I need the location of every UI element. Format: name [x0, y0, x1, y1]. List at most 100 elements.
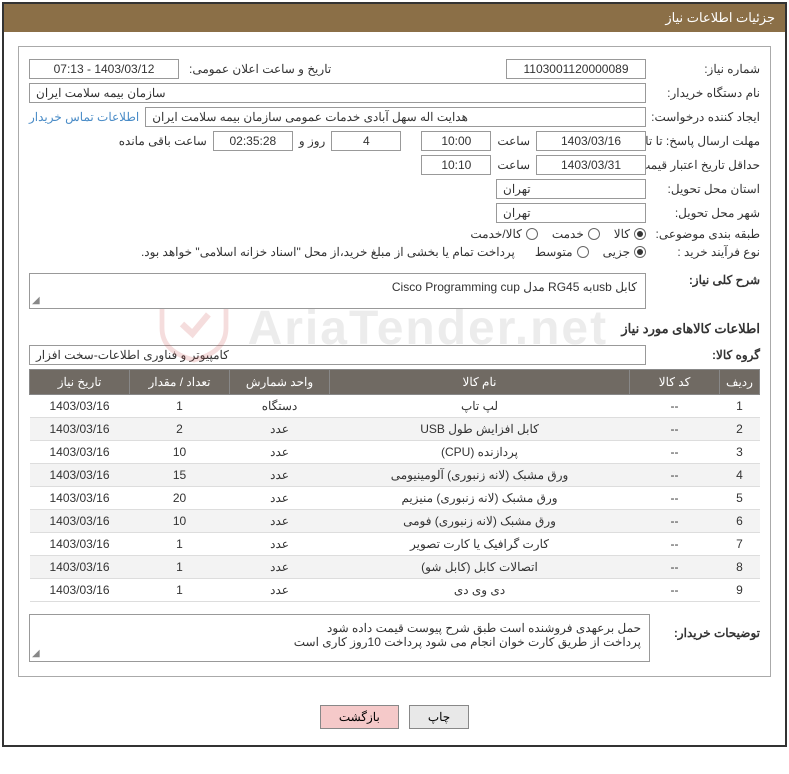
page-header: جزئیات اطلاعات نیاز [4, 4, 785, 32]
table-cell: عدد [230, 533, 330, 556]
table-cell: -- [630, 441, 720, 464]
table-cell: -- [630, 418, 720, 441]
table-cell: کابل افزایش طول USB [330, 418, 630, 441]
table-cell: -- [630, 487, 720, 510]
announce-label: تاریخ و ساعت اعلان عمومی: [189, 62, 331, 76]
table-cell: کارت گرافیک یا کارت تصویر [330, 533, 630, 556]
radio-icon [634, 246, 646, 258]
th-row: ردیف [720, 370, 760, 395]
deadline-label: مهلت ارسال پاسخ: تا تاریخ: [650, 134, 760, 148]
announce-value: 1403/03/12 - 07:13 [29, 59, 179, 79]
table-row: 7--کارت گرافیک یا کارت تصویرعدد11403/03/… [30, 533, 760, 556]
table-cell: عدد [230, 510, 330, 533]
province-value: تهران [496, 179, 646, 199]
table-cell: 1 [130, 395, 230, 418]
table-cell: 7 [720, 533, 760, 556]
table-cell: 1 [130, 556, 230, 579]
validity-label: حداقل تاریخ اعتبار قیمت: تا تاریخ: [650, 158, 760, 172]
table-cell: 1403/03/16 [30, 441, 130, 464]
table-cell: -- [630, 556, 720, 579]
deadline-date: 1403/03/16 [536, 131, 646, 151]
radio-partial[interactable]: جزیی [603, 245, 646, 259]
need-no-label: شماره نیاز: [650, 62, 760, 76]
category-label: طبقه بندی موضوعی: [650, 227, 760, 241]
days-and-label: روز و [299, 134, 326, 148]
process-label: نوع فرآیند خرید : [650, 245, 760, 259]
deadline-time: 10:00 [421, 131, 491, 151]
resize-icon: ◢ [32, 295, 40, 306]
table-cell: 1 [720, 395, 760, 418]
table-cell: 10 [130, 510, 230, 533]
radio-goods[interactable]: کالا [614, 227, 646, 241]
city-value: تهران [496, 203, 646, 223]
radio-icon [577, 246, 589, 258]
days-remaining: 4 [331, 131, 401, 151]
buyer-org-value: سازمان بیمه سلامت ایران [29, 83, 646, 103]
table-cell: 10 [130, 441, 230, 464]
time-label-2: ساعت [497, 158, 530, 172]
requester-value: هدایت اله سهل آبادی خدمات عمومی سازمان ب… [145, 107, 646, 127]
table-cell: -- [630, 395, 720, 418]
table-row: 8--اتصالات کابل (کابل شو)عدد11403/03/16 [30, 556, 760, 579]
contact-buyer-link[interactable]: اطلاعات تماس خریدار [29, 110, 139, 124]
table-row: 1--لپ تاپدستگاه11403/03/16 [30, 395, 760, 418]
table-cell: 3 [720, 441, 760, 464]
table-cell: 1 [130, 533, 230, 556]
table-row: 4--ورق مشبک (لانه زنبوری) آلومینیومیعدد1… [30, 464, 760, 487]
province-label: استان محل تحویل: [650, 182, 760, 196]
back-button[interactable]: بازگشت [320, 705, 399, 729]
city-label: شهر محل تحویل: [650, 206, 760, 220]
radio-service-label: خدمت [552, 227, 584, 241]
table-cell: پردازنده (CPU) [330, 441, 630, 464]
validity-date: 1403/03/31 [536, 155, 646, 175]
th-code: کد کالا [630, 370, 720, 395]
need-no-value: 1103001120000089 [506, 59, 646, 79]
table-cell: 15 [130, 464, 230, 487]
group-value: کامپیوتر و فناوری اطلاعات-سخت افزار [29, 345, 646, 365]
table-row: 2--کابل افزایش طول USBعدد21403/03/16 [30, 418, 760, 441]
table-cell: 9 [720, 579, 760, 602]
table-cell: 5 [720, 487, 760, 510]
radio-partial-label: جزیی [603, 245, 630, 259]
summary-value: کابل usbبه RG45 مدل Cisco Programming cu… [392, 280, 637, 294]
table-cell: 2 [130, 418, 230, 441]
th-name: نام کالا [330, 370, 630, 395]
group-label: گروه کالا: [650, 348, 760, 362]
table-cell: 2 [720, 418, 760, 441]
radio-medium-label: متوسط [535, 245, 573, 259]
radio-icon [526, 228, 538, 240]
radio-icon [634, 228, 646, 240]
notes-line2: پرداخت از طریق کارت خوان انجام می شود پر… [38, 635, 641, 649]
table-row: 9--دی وی دیعدد11403/03/16 [30, 579, 760, 602]
notes-label: توضیحات خریدار: [650, 614, 760, 640]
radio-service[interactable]: خدمت [552, 227, 600, 241]
page-title: جزئیات اطلاعات نیاز [665, 10, 775, 25]
th-qty: تعداد / مقدار [130, 370, 230, 395]
table-cell: -- [630, 579, 720, 602]
print-button[interactable]: چاپ [409, 705, 469, 729]
table-cell: 1403/03/16 [30, 487, 130, 510]
payment-note: پرداخت تمام یا بخشی از مبلغ خرید،از محل … [141, 245, 515, 259]
table-cell: 1403/03/16 [30, 579, 130, 602]
table-cell: 1 [130, 579, 230, 602]
radio-goods-service[interactable]: کالا/خدمت [470, 227, 537, 241]
table-cell: عدد [230, 556, 330, 579]
radio-medium[interactable]: متوسط [535, 245, 589, 259]
th-date: تاریخ نیاز [30, 370, 130, 395]
table-cell: عدد [230, 441, 330, 464]
buyer-notes: حمل برعهدی فروشنده است طبق شرح پیوست قیم… [29, 614, 650, 662]
time-label-1: ساعت [497, 134, 530, 148]
table-row: 3--پردازنده (CPU)عدد101403/03/16 [30, 441, 760, 464]
table-cell: 8 [720, 556, 760, 579]
table-cell: لپ تاپ [330, 395, 630, 418]
countdown: 02:35:28 [213, 131, 293, 151]
radio-goods-service-label: کالا/خدمت [470, 227, 521, 241]
table-cell: -- [630, 533, 720, 556]
table-cell: 1403/03/16 [30, 533, 130, 556]
radio-icon [588, 228, 600, 240]
table-cell: عدد [230, 418, 330, 441]
validity-time: 10:10 [421, 155, 491, 175]
table-cell: دستگاه [230, 395, 330, 418]
table-cell: -- [630, 464, 720, 487]
summary-label: شرح کلی نیاز: [650, 273, 760, 287]
